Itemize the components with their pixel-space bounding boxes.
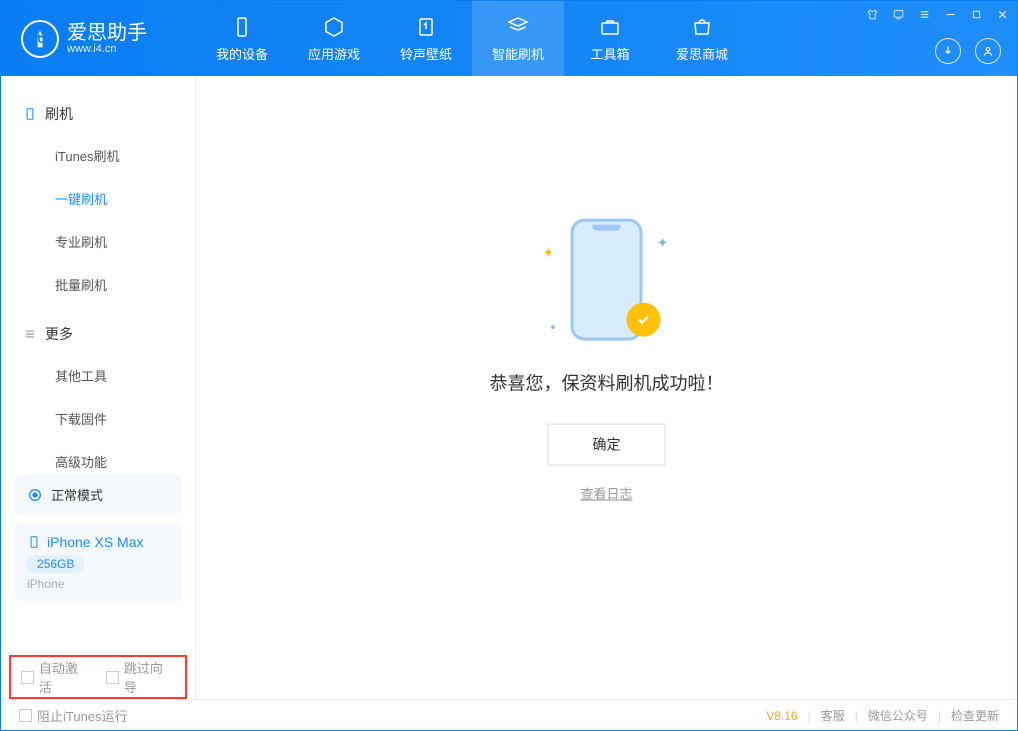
titlebar: iU 爱思助手 www.i4.cn 我的设备 应用游戏 铃声壁纸 智能刷机 工具… <box>1 1 1017 76</box>
app-logo: iU 爱思助手 www.i4.cn <box>1 20 196 58</box>
device-panel: 正常模式 iPhone XS Max 256GB iPhone <box>15 475 181 611</box>
ok-button[interactable]: 确定 <box>548 423 666 465</box>
checkbox-icon <box>19 709 32 722</box>
header-right-icons <box>935 38 1001 64</box>
checkbox-block-itunes[interactable]: 阻止iTunes运行 <box>19 706 128 725</box>
download-icon[interactable] <box>935 38 961 64</box>
app-url: www.i4.cn <box>67 43 147 55</box>
sidebar-item-one-click-flash[interactable]: 一键刷机 <box>1 177 195 220</box>
success-message: 恭喜您，保资料刷机成功啦！ <box>196 369 1017 395</box>
menu-icon[interactable] <box>917 7 931 21</box>
view-log-link[interactable]: 查看日志 <box>580 486 632 501</box>
device-type: iPhone <box>27 577 169 591</box>
check-badge-icon <box>627 302 661 336</box>
sidebar-item-batch-flash[interactable]: 批量刷机 <box>1 263 195 306</box>
tab-apps-games[interactable]: 应用游戏 <box>288 1 380 76</box>
sidebar: 刷机 iTunes刷机 一键刷机 专业刷机 批量刷机 更多 其他工具 下载固件 … <box>1 76 196 699</box>
user-icon[interactable] <box>975 38 1001 64</box>
check-update-link[interactable]: 检查更新 <box>951 707 999 724</box>
checkbox-skip-guide[interactable]: 跳过向导 <box>106 658 175 696</box>
tab-my-device[interactable]: 我的设备 <box>196 1 288 76</box>
tab-toolbox[interactable]: 工具箱 <box>564 1 656 76</box>
sidebar-item-pro-flash[interactable]: 专业刷机 <box>1 220 195 263</box>
main-content: ✦✦• 恭喜您，保资料刷机成功啦！ 确定 查看日志 <box>196 76 1017 699</box>
checkbox-icon <box>21 671 34 684</box>
minimize-icon[interactable] <box>943 7 957 21</box>
version-label: V8.16 <box>766 709 797 723</box>
device-storage-badge: 256GB <box>27 555 84 573</box>
maximize-icon[interactable] <box>969 7 983 21</box>
bottom-options-highlighted: 自动激活 跳过向导 <box>9 655 187 699</box>
sidebar-group-flash: 刷机 <box>1 94 195 134</box>
tab-ringtone-wallpaper[interactable]: 铃声壁纸 <box>380 1 472 76</box>
sidebar-group-more: 更多 <box>1 314 195 354</box>
success-panel: ✦✦• 恭喜您，保资料刷机成功啦！ 确定 查看日志 <box>196 214 1017 503</box>
tab-store[interactable]: 爱思商城 <box>656 1 748 76</box>
nav-tabs: 我的设备 应用游戏 铃声壁纸 智能刷机 工具箱 爱思商城 <box>196 1 748 76</box>
checkbox-auto-activate[interactable]: 自动激活 <box>21 658 90 696</box>
device-name: iPhone XS Max <box>27 534 169 550</box>
support-link[interactable]: 客服 <box>821 707 845 724</box>
checkbox-icon <box>106 671 119 684</box>
sidebar-item-itunes-flash[interactable]: iTunes刷机 <box>1 134 195 177</box>
sidebar-item-download-firmware[interactable]: 下载固件 <box>1 397 195 440</box>
sidebar-item-other-tools[interactable]: 其他工具 <box>1 354 195 397</box>
shirt-icon[interactable] <box>865 7 879 21</box>
success-illustration: ✦✦• <box>557 214 657 344</box>
body: 刷机 iTunes刷机 一键刷机 专业刷机 批量刷机 更多 其他工具 下载固件 … <box>1 76 1017 699</box>
device-mode[interactable]: 正常模式 <box>15 475 181 514</box>
statusbar: 阻止iTunes运行 V8.16 | 客服 | 微信公众号 | 检查更新 <box>1 699 1017 731</box>
close-icon[interactable] <box>995 7 1009 21</box>
wechat-link[interactable]: 微信公众号 <box>868 707 928 724</box>
device-info[interactable]: iPhone XS Max 256GB iPhone <box>15 524 181 601</box>
logo-icon: iU <box>21 20 59 58</box>
feedback-icon[interactable] <box>891 7 905 21</box>
tab-smart-flash[interactable]: 智能刷机 <box>472 1 564 76</box>
svg-text:iU: iU <box>34 33 46 46</box>
window-controls <box>865 7 1009 21</box>
app-name: 爱思助手 <box>67 23 147 43</box>
